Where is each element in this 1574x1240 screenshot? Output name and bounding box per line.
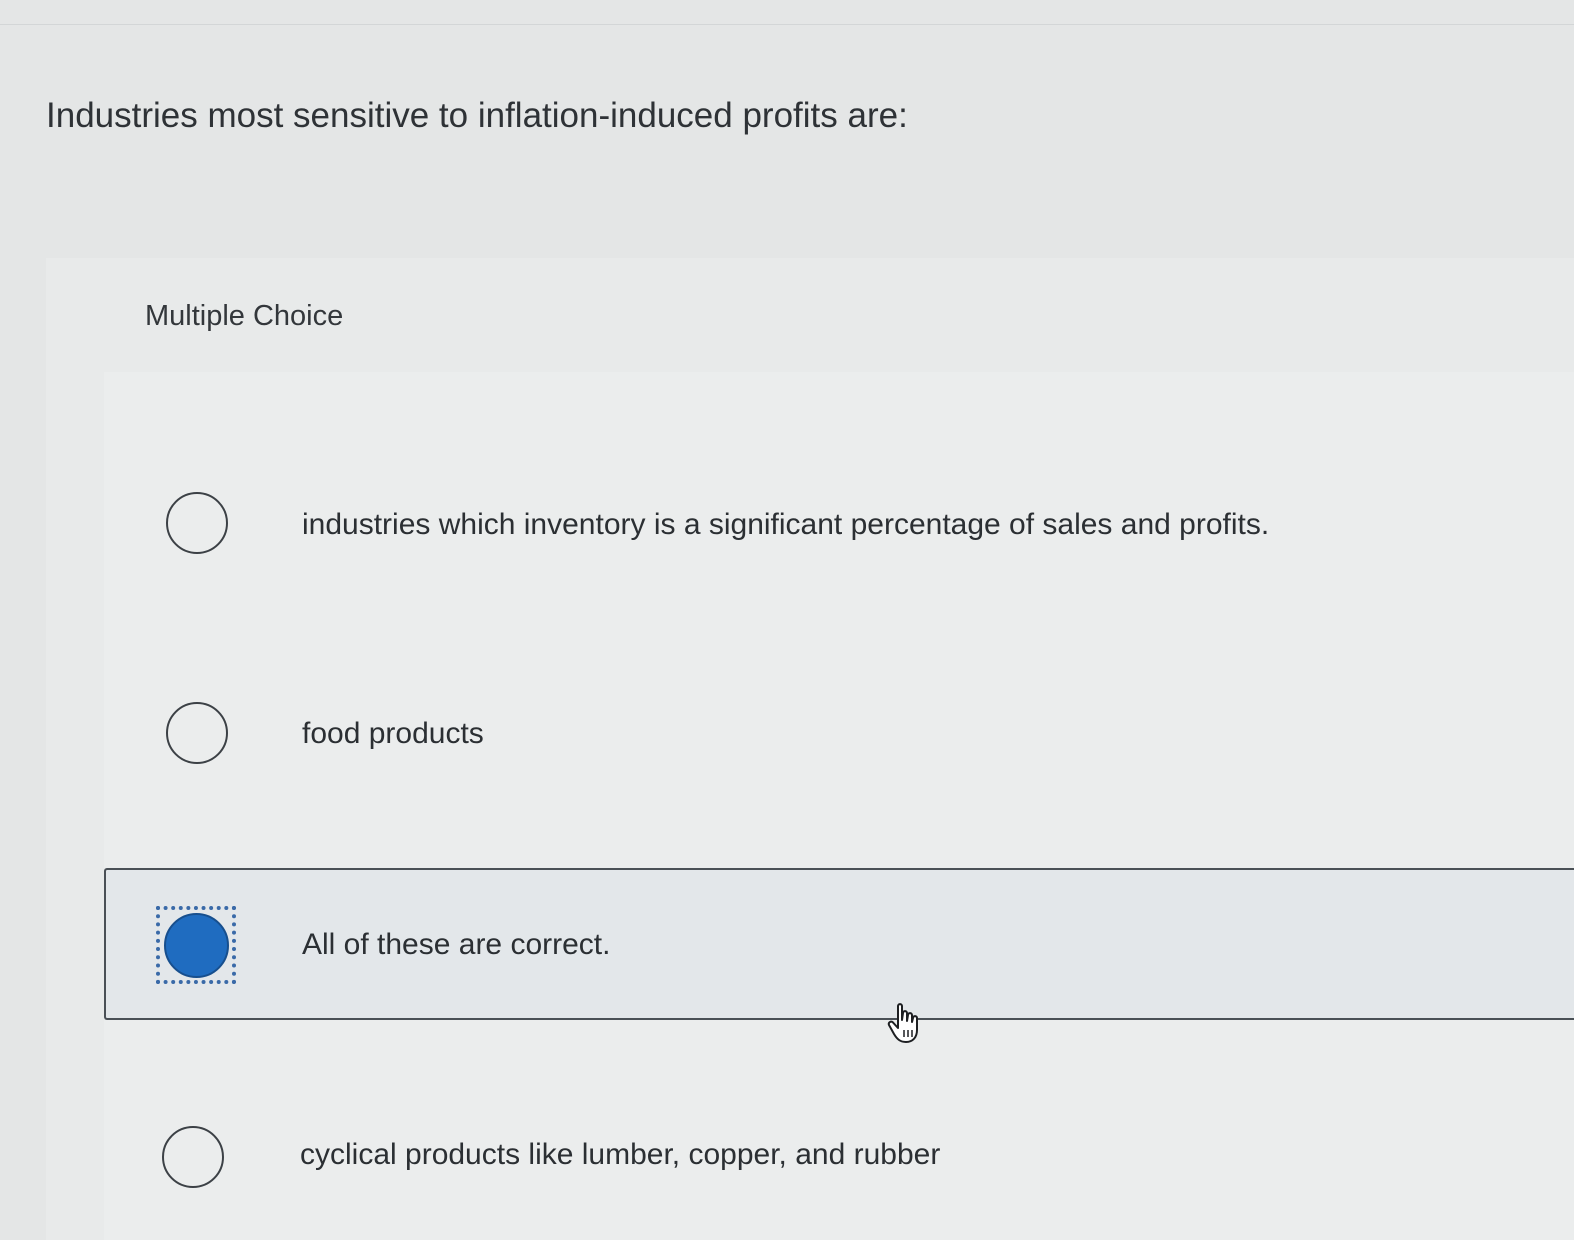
option-label: All of these are correct. xyxy=(302,928,611,961)
option-row[interactable]: food products xyxy=(104,660,1574,810)
option-label: food products xyxy=(302,717,484,750)
top-divider xyxy=(0,24,1574,25)
option-label: cyclical products like lumber, copper, a… xyxy=(300,1138,941,1171)
hand-pointer-icon xyxy=(887,1003,918,1043)
option-row[interactable]: industries which inventory is a signific… xyxy=(104,450,1574,600)
question-text: Industries most sensitive to inflation-i… xyxy=(46,96,908,135)
option-row[interactable]: cyclical products like lumber, copper, a… xyxy=(104,1084,1574,1234)
radio-button-unselected[interactable] xyxy=(162,1126,224,1188)
option-label: industries which inventory is a signific… xyxy=(302,508,1270,541)
question-type-label: Multiple Choice xyxy=(145,300,344,332)
radio-button-unselected[interactable] xyxy=(166,702,228,764)
radio-button-unselected[interactable] xyxy=(166,492,228,554)
radio-button-selected[interactable] xyxy=(164,913,229,978)
